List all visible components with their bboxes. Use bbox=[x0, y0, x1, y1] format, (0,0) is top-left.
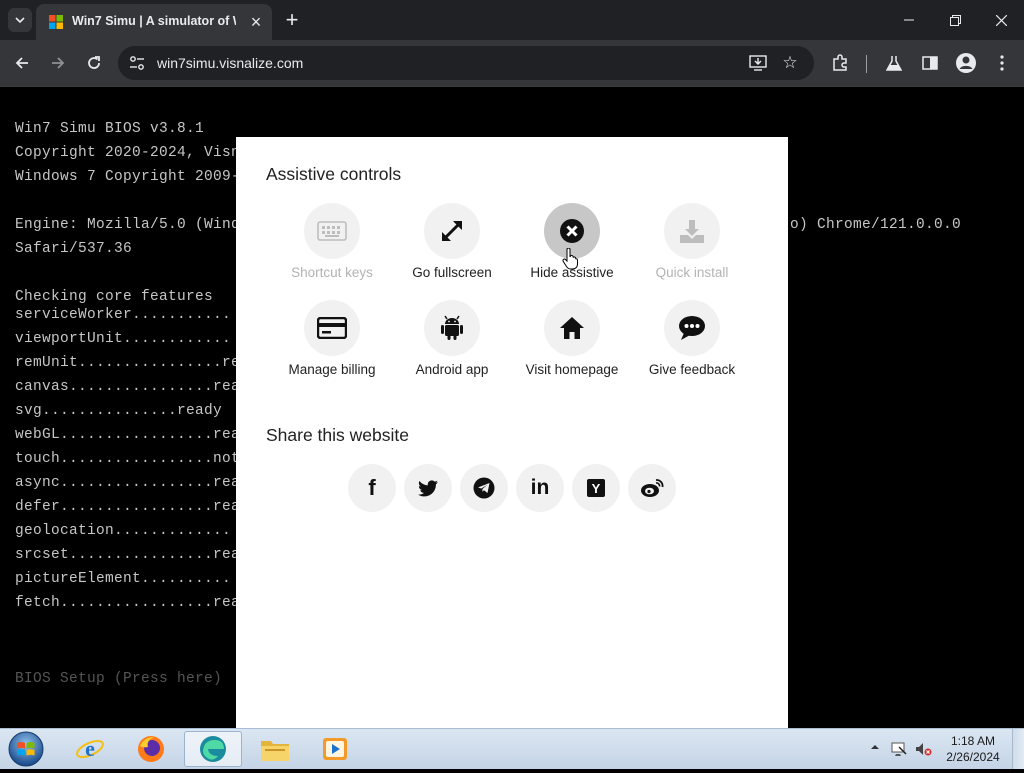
firefox-icon[interactable] bbox=[122, 731, 180, 767]
side-panel-icon[interactable] bbox=[918, 51, 942, 75]
hacker-news-icon[interactable]: Y bbox=[572, 464, 620, 512]
window-close-icon[interactable] bbox=[978, 0, 1024, 40]
visit-homepage-button[interactable]: Visit homepage bbox=[512, 300, 632, 386]
bios-line: async.................rea bbox=[15, 475, 241, 491]
go-fullscreen-button[interactable]: Go fullscreen bbox=[392, 203, 512, 289]
bios-line: fetch.................rea bbox=[15, 595, 241, 611]
bios-line: Checking core features bbox=[15, 289, 214, 305]
bookmark-star-icon[interactable]: ☆ bbox=[780, 53, 800, 73]
clock-date: 2/26/2024 bbox=[946, 750, 1000, 764]
shortcut-keys-button[interactable]: Shortcut keys bbox=[272, 203, 392, 289]
facebook-glyph: f bbox=[368, 475, 376, 500]
download-icon bbox=[664, 203, 720, 259]
android-icon bbox=[424, 300, 480, 356]
bios-line: geolocation............. bbox=[15, 523, 232, 539]
share-website-title: Share this website bbox=[266, 425, 409, 445]
control-label: Manage billing bbox=[288, 362, 376, 377]
back-icon[interactable] bbox=[8, 49, 36, 77]
home-icon bbox=[544, 300, 600, 356]
svg-text:e: e bbox=[85, 736, 95, 761]
taskbar: e 1:18 AM 2/26/2024 bbox=[0, 728, 1024, 769]
bios-line: svg...............ready bbox=[15, 403, 223, 419]
menu-icon[interactable] bbox=[990, 51, 1014, 75]
file-explorer-icon[interactable] bbox=[246, 731, 304, 767]
tab-title: Win7 Simu | A simulator of Windows 7 bbox=[72, 14, 236, 28]
quick-install-button[interactable]: Quick install bbox=[632, 203, 752, 289]
site-info-icon[interactable] bbox=[128, 54, 146, 72]
assistive-modal: Assistive controls Shortcut keys Go full… bbox=[236, 137, 788, 728]
hide-assistive-button[interactable]: Hide assistive bbox=[512, 203, 632, 289]
reload-icon[interactable] bbox=[80, 49, 108, 77]
profile-icon[interactable] bbox=[954, 51, 978, 75]
system-clock[interactable]: 1:18 AM 2/26/2024 bbox=[938, 733, 1008, 765]
tab-strip: Win7 Simu | A simulator of Windows 7 × + bbox=[0, 0, 1024, 40]
bios-line: webGL.................rea bbox=[15, 427, 241, 443]
browser-tab[interactable]: Win7 Simu | A simulator of Windows 7 × bbox=[36, 4, 272, 40]
bios-line: o) Chrome/121.0.0.0 bbox=[790, 217, 962, 233]
give-feedback-button[interactable]: Give feedback bbox=[632, 300, 752, 386]
hand-cursor-icon bbox=[562, 248, 578, 270]
android-app-button[interactable]: Android app bbox=[392, 300, 512, 386]
forward-icon[interactable] bbox=[44, 49, 72, 77]
windows-logo-icon bbox=[49, 15, 63, 29]
weibo-icon[interactable] bbox=[628, 464, 676, 512]
bios-line: remUnit................re bbox=[15, 355, 241, 371]
show-desktop-button[interactable] bbox=[1012, 729, 1024, 769]
action-center-icon[interactable] bbox=[890, 740, 908, 758]
labs-icon[interactable] bbox=[882, 51, 906, 75]
bios-line: Safari/537.36 bbox=[15, 241, 133, 257]
extensions-icon[interactable] bbox=[828, 51, 852, 75]
control-label: Android app bbox=[415, 362, 489, 377]
bios-line: defer.................rea bbox=[15, 499, 241, 515]
plus-icon[interactable]: + bbox=[280, 7, 304, 32]
edge-icon[interactable] bbox=[184, 731, 242, 767]
credit-card-icon bbox=[304, 300, 360, 356]
minimize-icon[interactable] bbox=[886, 0, 932, 40]
toolbar-separator bbox=[866, 55, 867, 73]
tab-search-icon[interactable] bbox=[8, 8, 32, 32]
control-label: Shortcut keys bbox=[291, 265, 373, 280]
bios-setup-link[interactable]: BIOS Setup (Press here) bbox=[15, 671, 222, 687]
control-label: Give feedback bbox=[648, 362, 736, 377]
close-icon[interactable]: × bbox=[244, 10, 268, 34]
url-text: win7simu.visnalize.com bbox=[157, 55, 304, 71]
hacker-news-glyph: Y bbox=[591, 480, 601, 496]
chat-bubble-icon bbox=[664, 300, 720, 356]
expand-icon bbox=[424, 203, 480, 259]
linkedin-glyph: in bbox=[530, 476, 550, 499]
show-hidden-icons-icon[interactable] bbox=[870, 742, 880, 752]
clock-time: 1:18 AM bbox=[950, 734, 996, 748]
manage-billing-button[interactable]: Manage billing bbox=[272, 300, 392, 386]
bios-line: viewportUnit............ bbox=[15, 331, 232, 347]
bios-line: canvas................rea bbox=[15, 379, 241, 395]
bios-line: srcset................rea bbox=[15, 547, 241, 563]
bios-line: pictureElement.......... bbox=[15, 571, 232, 587]
internet-explorer-icon[interactable]: e bbox=[61, 731, 119, 767]
control-label: Visit homepage bbox=[525, 362, 619, 377]
bios-line: Windows 7 Copyright 2009- bbox=[15, 169, 241, 185]
restore-icon[interactable] bbox=[932, 0, 978, 40]
linkedin-icon[interactable]: in bbox=[516, 464, 564, 512]
bios-line: serviceWorker........... bbox=[15, 307, 232, 323]
address-bar[interactable]: win7simu.visnalize.com ☆ bbox=[118, 46, 814, 80]
start-button[interactable] bbox=[6, 730, 46, 768]
control-label: Quick install bbox=[655, 265, 729, 280]
control-label: Go fullscreen bbox=[412, 265, 492, 280]
media-player-icon[interactable] bbox=[306, 731, 364, 767]
keyboard-icon bbox=[304, 203, 360, 259]
bios-line: Win7 Simu BIOS v3.8.1 bbox=[15, 121, 205, 137]
assistive-controls-title: Assistive controls bbox=[266, 164, 402, 184]
telegram-icon[interactable] bbox=[460, 464, 508, 512]
facebook-icon[interactable]: f bbox=[348, 464, 396, 512]
browser-toolbar: win7simu.visnalize.com ☆ bbox=[0, 40, 1024, 87]
volume-muted-icon[interactable] bbox=[914, 740, 932, 758]
install-app-icon[interactable] bbox=[748, 53, 768, 73]
bios-line: touch.................not bbox=[15, 451, 241, 467]
bios-line: Engine: Mozilla/5.0 (Wind bbox=[15, 217, 241, 233]
twitter-icon[interactable] bbox=[404, 464, 452, 512]
